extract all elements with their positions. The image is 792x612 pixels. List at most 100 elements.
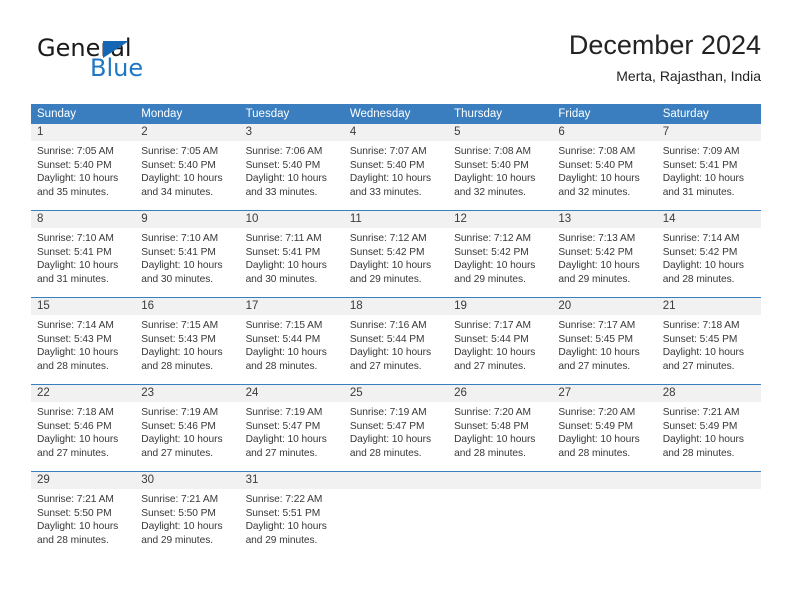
calendar-day-cell[interactable]: 13 Sunrise: 7:13 AM Sunset: 5:42 PM Dayligh… (552, 211, 657, 295)
day-details: Sunrise: 7:17 AM Sunset: 5:44 PM Daylight:… (448, 315, 552, 373)
daylight-text-line2: and 31 minutes. (37, 273, 109, 285)
calendar-day-cell[interactable]: 7 Sunrise: 7:09 AM Sunset: 5:41 PM Daylight… (656, 124, 761, 208)
calendar-week-row: 8 Sunrise: 7:10 AM Sunset: 5:41 PM Daylight… (31, 210, 761, 295)
day-number: 13 (552, 211, 657, 228)
sunrise-text: Sunrise: 7:21 AM (37, 494, 114, 505)
calendar-day-cell[interactable]: 15 Sunrise: 7:14 AM Sunset: 5:43 PM Dayligh… (31, 298, 136, 382)
sunset-text: Sunset: 5:46 PM (141, 420, 216, 432)
calendar-day-cell-empty (343, 472, 449, 556)
calendar-day-cell[interactable]: 27 Sunrise: 7:20 AM Sunset: 5:49 PM Dayligh… (552, 385, 657, 469)
calendar-day-cell[interactable]: 4 Sunrise: 7:07 AM Sunset: 5:40 PM Daylight… (343, 124, 449, 208)
daylight-text-line2: and 27 minutes. (662, 360, 735, 372)
day-number: 2 (135, 124, 240, 141)
sunset-text: Sunset: 5:41 PM (662, 159, 738, 171)
sunrise-text: Sunrise: 7:17 AM (454, 320, 531, 331)
calendar-day-cell[interactable]: 31 Sunrise: 7:22 AM Sunset: 5:51 PM Dayligh… (239, 472, 344, 556)
calendar-day-cell[interactable]: 2 Sunrise: 7:05 AM Sunset: 5:40 PM Daylight… (135, 124, 240, 208)
day-details: Sunrise: 7:18 AM Sunset: 5:46 PM Daylight:… (31, 402, 135, 460)
day-number: 6 (552, 124, 657, 141)
daylight-text-line1: Daylight: 10 hours (662, 434, 744, 446)
calendar-day-cell[interactable]: 14 Sunrise: 7:14 AM Sunset: 5:42 PM Dayligh… (656, 211, 761, 295)
calendar-day-cell[interactable]: 24 Sunrise: 7:19 AM Sunset: 5:47 PM Dayligh… (239, 385, 344, 469)
brand-logo[interactable]: General Blue (31, 34, 231, 90)
daylight-text-line1: Daylight: 10 hours (558, 347, 640, 359)
calendar-day-cell[interactable]: 1 Sunrise: 7:05 AM Sunset: 5:40 PM Daylight… (31, 124, 136, 208)
calendar-day-cell[interactable]: 26 Sunrise: 7:20 AM Sunset: 5:48 PM Dayligh… (448, 385, 553, 469)
daylight-text-line2: and 28 minutes. (349, 447, 422, 459)
sunrise-text: Sunrise: 7:12 AM (349, 233, 427, 244)
sunset-text: Sunset: 5:45 PM (558, 333, 633, 345)
calendar-week-row: 22 Sunrise: 7:18 AM Sunset: 5:46 PM Dayligh… (31, 384, 761, 469)
calendar-day-cell[interactable]: 28 Sunrise: 7:21 AM Sunset: 5:49 PM Dayligh… (656, 385, 761, 469)
day-details: Sunrise: 7:12 AM Sunset: 5:42 PM Daylight:… (448, 228, 552, 286)
daylight-text-line2: and 27 minutes. (454, 360, 526, 372)
sunset-text: Sunset: 5:40 PM (558, 159, 633, 171)
day-details: Sunrise: 7:12 AM Sunset: 5:42 PM Daylight:… (344, 228, 448, 286)
calendar-day-cell[interactable]: 3 Sunrise: 7:06 AM Sunset: 5:40 PM Daylight… (239, 124, 344, 208)
daylight-text-line1: Daylight: 10 hours (349, 173, 432, 185)
daylight-text-line2: and 29 minutes. (558, 273, 631, 285)
day-details: Sunrise: 7:21 AM Sunset: 5:49 PM Daylight:… (657, 402, 761, 460)
sunset-text: Sunset: 5:51 PM (245, 507, 321, 519)
day-details (344, 489, 448, 493)
sunrise-text: Sunrise: 7:20 AM (558, 407, 636, 418)
daylight-text-line1: Daylight: 10 hours (558, 260, 640, 272)
calendar-day-cell[interactable]: 23 Sunrise: 7:19 AM Sunset: 5:46 PM Dayligh… (135, 385, 240, 469)
calendar-day-cell[interactable]: 22 Sunrise: 7:18 AM Sunset: 5:46 PM Dayligh… (31, 385, 136, 469)
calendar-day-cell[interactable]: 30 Sunrise: 7:21 AM Sunset: 5:50 PM Dayligh… (135, 472, 240, 556)
daylight-text-line1: Daylight: 10 hours (349, 434, 432, 446)
sunrise-text: Sunrise: 7:06 AM (245, 146, 323, 157)
sunrise-text: Sunrise: 7:21 AM (662, 407, 740, 418)
daylight-text-line1: Daylight: 10 hours (37, 521, 119, 533)
calendar-day-cell[interactable]: 12 Sunrise: 7:12 AM Sunset: 5:42 PM Dayligh… (448, 211, 553, 295)
day-number (343, 472, 449, 489)
sunrise-text: Sunrise: 7:08 AM (454, 146, 531, 157)
sunrise-text: Sunrise: 7:17 AM (558, 320, 636, 331)
sunset-text: Sunset: 5:42 PM (454, 246, 529, 258)
daylight-text-line2: and 29 minutes. (349, 273, 422, 285)
sunrise-text: Sunrise: 7:19 AM (141, 407, 219, 418)
sunset-text: Sunset: 5:45 PM (662, 333, 738, 345)
sunset-text: Sunset: 5:40 PM (245, 159, 321, 171)
weekday-header-saturday: Saturday (662, 108, 709, 120)
daylight-text-line1: Daylight: 10 hours (245, 434, 327, 446)
calendar-day-cell[interactable]: 17 Sunrise: 7:15 AM Sunset: 5:44 PM Dayligh… (239, 298, 344, 382)
weekday-header-sunday: Sunday (37, 108, 77, 120)
calendar-day-cell[interactable]: 18 Sunrise: 7:16 AM Sunset: 5:44 PM Dayligh… (343, 298, 449, 382)
daylight-text-line1: Daylight: 10 hours (349, 347, 432, 359)
day-details: Sunrise: 7:18 AM Sunset: 5:45 PM Daylight:… (657, 315, 761, 373)
day-details (657, 489, 761, 493)
sunset-text: Sunset: 5:44 PM (454, 333, 529, 345)
day-number (656, 472, 761, 489)
daylight-text-line2: and 28 minutes. (141, 360, 214, 372)
day-number: 14 (656, 211, 761, 228)
daylight-text-line2: and 30 minutes. (141, 273, 214, 285)
day-details: Sunrise: 7:21 AM Sunset: 5:50 PM Daylight:… (31, 489, 135, 547)
daylight-text-line2: and 27 minutes. (37, 447, 109, 459)
day-number: 7 (656, 124, 761, 141)
day-number: 26 (448, 385, 553, 402)
daylight-text-line1: Daylight: 10 hours (454, 347, 536, 359)
calendar-day-cell[interactable]: 11 Sunrise: 7:12 AM Sunset: 5:42 PM Dayligh… (343, 211, 449, 295)
page-header: General Blue December 2024 Merta, Rajast… (31, 28, 761, 94)
calendar-day-cell[interactable]: 16 Sunrise: 7:15 AM Sunset: 5:43 PM Dayligh… (135, 298, 240, 382)
calendar-day-cell[interactable]: 10 Sunrise: 7:11 AM Sunset: 5:41 PM Dayligh… (239, 211, 344, 295)
calendar-day-cell[interactable]: 25 Sunrise: 7:19 AM Sunset: 5:47 PM Dayligh… (343, 385, 449, 469)
calendar-day-cell[interactable]: 29 Sunrise: 7:21 AM Sunset: 5:50 PM Dayligh… (31, 472, 136, 556)
day-details: Sunrise: 7:19 AM Sunset: 5:47 PM Daylight:… (344, 402, 448, 460)
daylight-text-line1: Daylight: 10 hours (245, 260, 327, 272)
calendar-day-cell[interactable]: 6 Sunrise: 7:08 AM Sunset: 5:40 PM Daylight… (552, 124, 657, 208)
daylight-text-line2: and 27 minutes. (349, 360, 422, 372)
calendar-day-cell[interactable]: 20 Sunrise: 7:17 AM Sunset: 5:45 PM Dayligh… (552, 298, 657, 382)
sunrise-text: Sunrise: 7:19 AM (349, 407, 427, 418)
sunrise-text: Sunrise: 7:15 AM (245, 320, 323, 331)
day-details: Sunrise: 7:20 AM Sunset: 5:48 PM Daylight:… (448, 402, 552, 460)
calendar-day-cell[interactable]: 19 Sunrise: 7:17 AM Sunset: 5:44 PM Dayligh… (448, 298, 553, 382)
calendar-day-cell[interactable]: 5 Sunrise: 7:08 AM Sunset: 5:40 PM Daylight… (448, 124, 553, 208)
day-details: Sunrise: 7:14 AM Sunset: 5:42 PM Daylight:… (657, 228, 761, 286)
weekday-header-tuesday: Tuesday (245, 108, 290, 120)
calendar-day-cell[interactable]: 21 Sunrise: 7:18 AM Sunset: 5:45 PM Dayligh… (656, 298, 761, 382)
calendar-day-cell[interactable]: 8 Sunrise: 7:10 AM Sunset: 5:41 PM Daylight… (31, 211, 136, 295)
day-details: Sunrise: 7:20 AM Sunset: 5:49 PM Daylight:… (552, 402, 656, 460)
calendar-day-cell[interactable]: 9 Sunrise: 7:10 AM Sunset: 5:41 PM Daylight… (135, 211, 240, 295)
